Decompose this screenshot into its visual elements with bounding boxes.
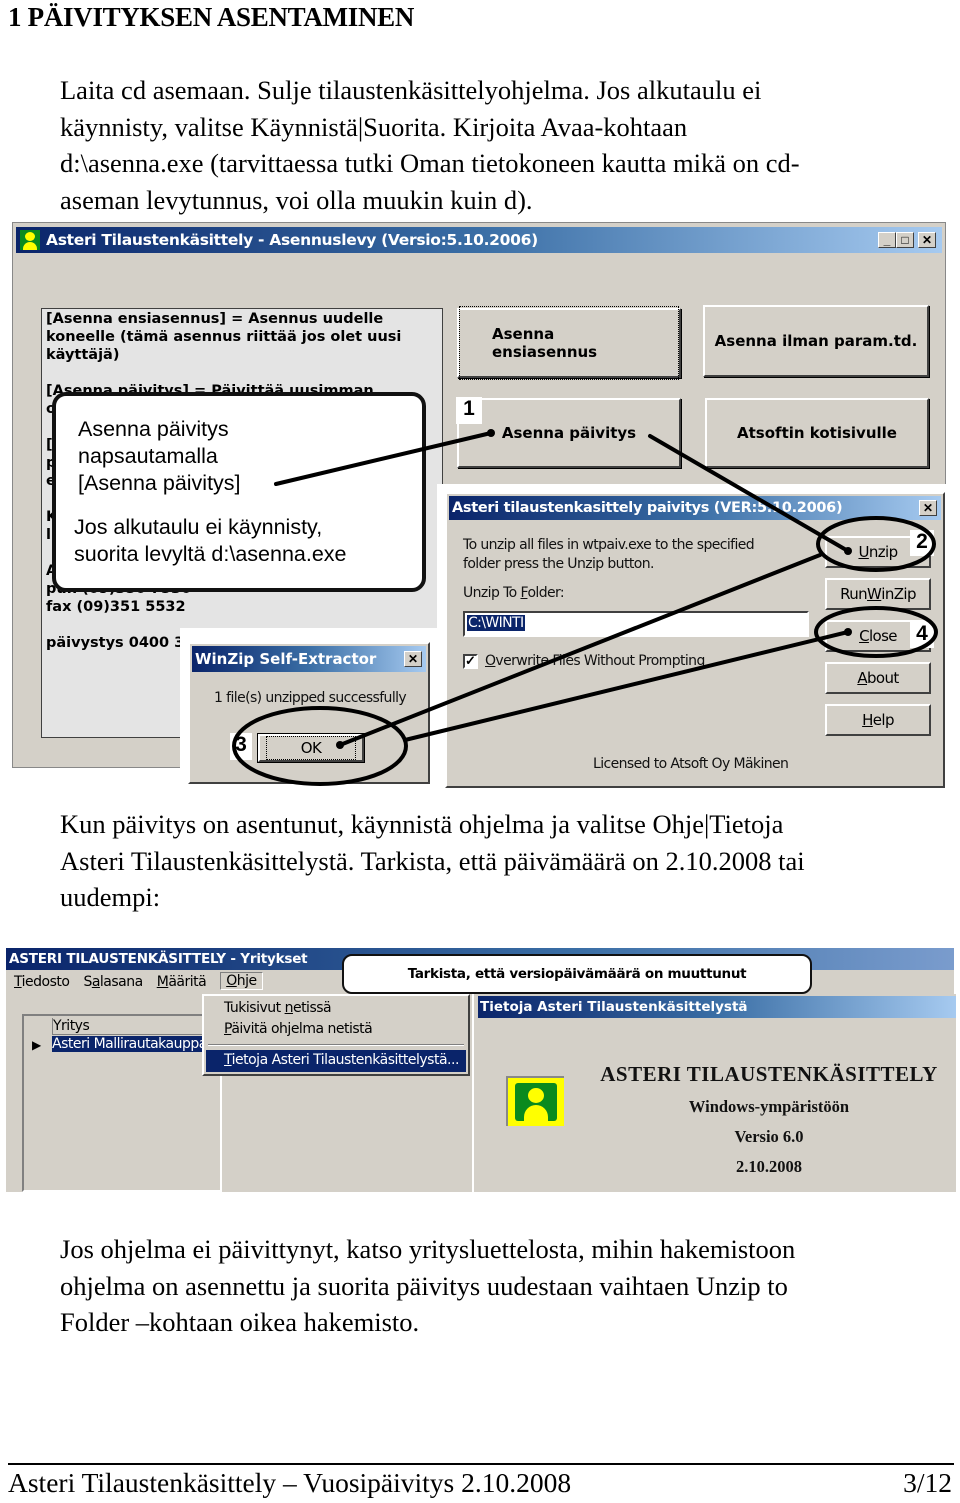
- pointer-to-close: [403, 630, 850, 742]
- text-line: Kun päivitys on asentunut, käynnistä ohj…: [60, 809, 784, 839]
- menu-bar: Tiedosto Salasana Määritä Ohje: [14, 972, 263, 990]
- annotation-overlay: [232, 429, 938, 786]
- about-version: Versio 6.0: [734, 1127, 804, 1146]
- about-platform: Windows-ympäristöön: [688, 1097, 850, 1116]
- pointer-ok-to-unzip: [338, 553, 822, 747]
- text-line: Asteri Tilaustenkäsittelystä. Tarkista, …: [60, 845, 805, 876]
- company-grid: Yritys ▶ Asteri Mallirautakauppa O: [22, 1014, 223, 1192]
- pointer-to-unzip: [648, 434, 850, 553]
- close-highlight-ellipse: [814, 606, 938, 658]
- troubleshoot-paragraph: Jos ohjelma ei päivittynyt, katso yritys…: [60, 1231, 795, 1341]
- ok-highlight-ellipse: [232, 706, 408, 786]
- footer-title: Asteri Tilaustenkäsittely – Vuosipäivity…: [8, 1467, 572, 1498]
- about-product: ASTERI TILAUSTENKÄSITTELY: [600, 1062, 938, 1086]
- menu-ohje[interactable]: Ohje: [220, 972, 263, 990]
- text-line: Folder –kohtaan oikea hakemisto.: [60, 1307, 420, 1337]
- menu-separator: [208, 1044, 464, 1046]
- about-content: ASTERI TILAUSTENKÄSITTELY Windows-ympäri…: [584, 1062, 954, 1177]
- asteri-logo-icon: [506, 1076, 564, 1126]
- pointer-dot: [844, 628, 852, 636]
- footer-rule: [8, 1463, 954, 1465]
- text-line: uudempi:: [60, 882, 161, 912]
- menu-salasana[interactable]: Salasana: [83, 974, 143, 990]
- app-window: ASTERI TILAUSTENKÄSITTELY - Yritykset Ti…: [6, 948, 956, 1192]
- menu-maarita[interactable]: Määritä: [157, 974, 207, 990]
- check-version-paragraph: Kun päivitys on asentunut, käynnistä ohj…: [60, 806, 805, 916]
- about-dialog: Tietoja Asteri Tilaustenkäsittelystä AST…: [472, 994, 956, 1192]
- app-title: ASTERI TILAUSTENKÄSITTELY - Yritykset: [9, 951, 308, 967]
- grid-header: Yritys: [52, 1018, 223, 1035]
- menu-tiedosto[interactable]: Tiedosto: [14, 974, 70, 990]
- text-line: ohjelma on asennettu ja suorita päivitys…: [60, 1270, 788, 1301]
- version-callout: Tarkista, että versiopäivämäärä on muutt…: [342, 954, 812, 994]
- about-date: 2.10.2008: [736, 1157, 802, 1176]
- grid-row[interactable]: Asteri Mallirautakauppa O: [52, 1036, 222, 1052]
- text-line: Jos ohjelma ei päivittynyt, katso yritys…: [60, 1234, 796, 1264]
- pointer-dot: [844, 547, 852, 555]
- help-dropdown: Tukisivut netissä Päivitä ohjelma netist…: [202, 994, 470, 1076]
- menu-item-about[interactable]: Tietoja Asteri Tilaustenkäsittelystä...: [206, 1050, 466, 1072]
- pointer-dot: [336, 741, 344, 749]
- page-number: 3/12: [903, 1467, 952, 1498]
- about-titlebar: Tietoja Asteri Tilaustenkäsittelystä: [478, 996, 956, 1018]
- pointer-dot: [487, 429, 495, 437]
- row-pointer-icon: ▶: [32, 1038, 42, 1052]
- menu-item-support[interactable]: Tukisivut netissä: [224, 1000, 332, 1016]
- callout-pointer-line: [274, 431, 493, 486]
- menu-item-update-online[interactable]: Päivitä ohjelma netistä: [224, 1021, 373, 1037]
- about-title: Tietoja Asteri Tilaustenkäsittelystä: [480, 999, 748, 1015]
